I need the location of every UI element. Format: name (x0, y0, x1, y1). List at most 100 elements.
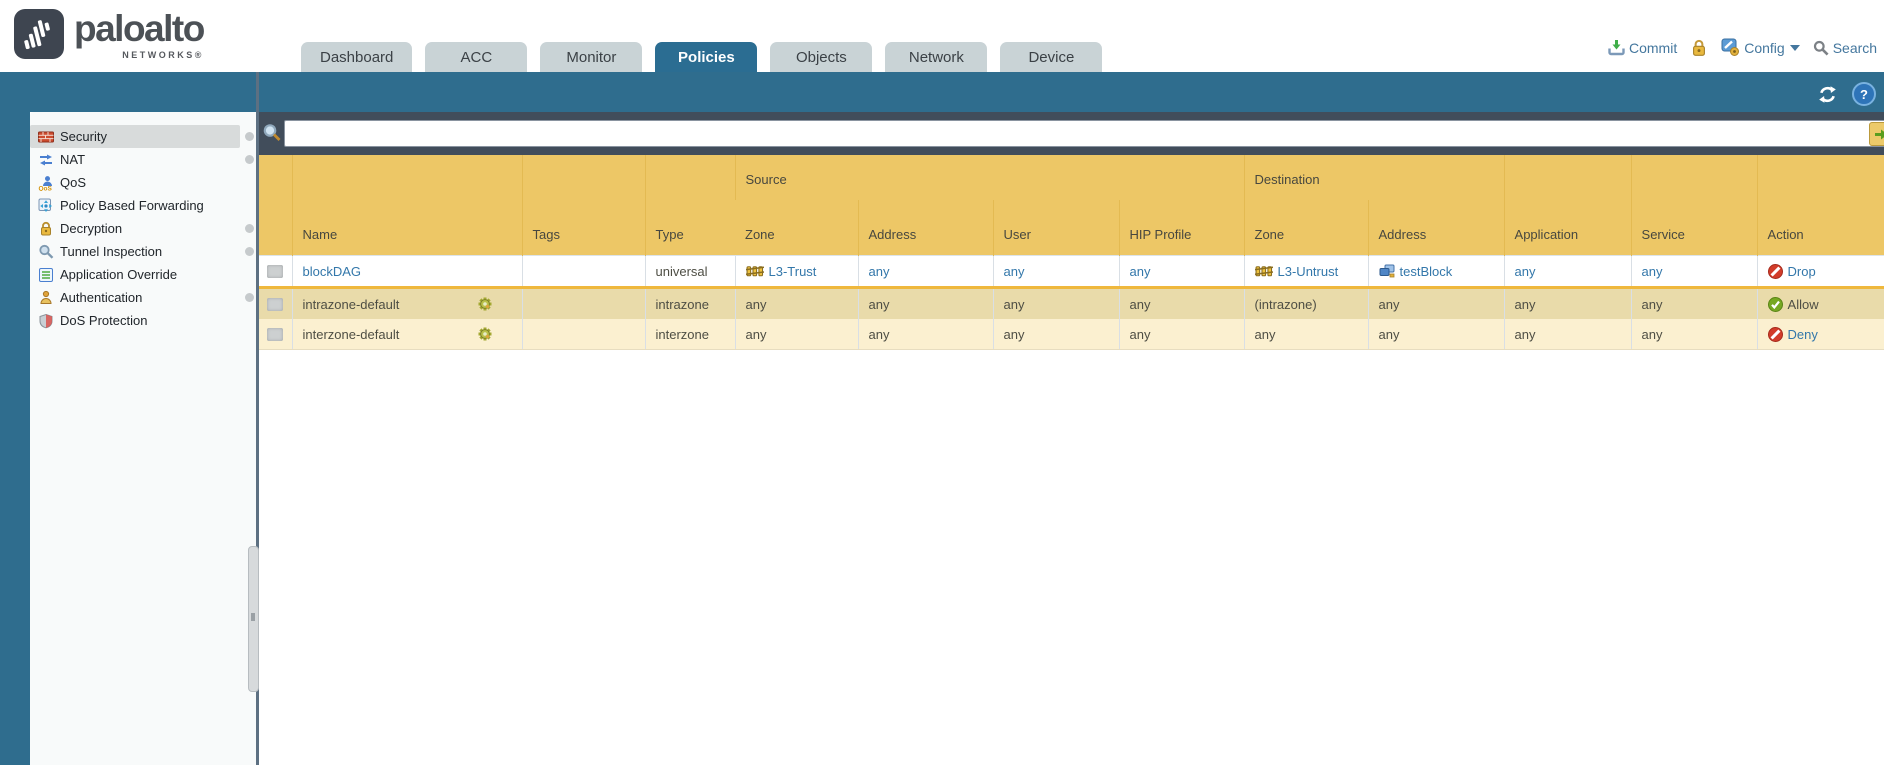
tab-device[interactable]: Device (1000, 42, 1102, 72)
row-drag-handle[interactable] (267, 265, 283, 278)
commit-button[interactable]: Commit (1629, 40, 1677, 56)
commit-icon[interactable] (1608, 39, 1625, 56)
hip-profile: any (1130, 297, 1151, 312)
col-header-src-zone[interactable]: Zone (735, 200, 858, 256)
policy-filter-input[interactable] (284, 120, 1884, 147)
top-bar: paloalto NETWORKS® Dashboard ACC Monitor… (0, 0, 1884, 72)
sidebar-item-label: Security (60, 129, 107, 144)
src-user-link[interactable]: any (1004, 264, 1025, 279)
zone-fence-icon (1255, 265, 1273, 277)
rule-name-link[interactable]: blockDAG (303, 264, 362, 279)
config-icon[interactable] (1721, 38, 1740, 57)
table-row[interactable]: interzone-default interzone any (259, 319, 1884, 350)
lock-icon[interactable] (1690, 39, 1708, 57)
action-link[interactable]: Drop (1788, 264, 1816, 279)
application-link[interactable]: any (1515, 264, 1536, 279)
sidebar-item-label: Authentication (60, 290, 142, 305)
tab-dashboard[interactable]: Dashboard (301, 42, 412, 72)
hip-profile-link[interactable]: any (1130, 264, 1151, 279)
src-address-link[interactable]: any (869, 264, 890, 279)
dst-address: any (1379, 327, 1400, 342)
help-icon[interactable]: ? (1852, 82, 1876, 106)
magnifier-icon (38, 244, 54, 260)
dst-address-link[interactable]: testBlock (1400, 264, 1453, 279)
application: any (1515, 327, 1536, 342)
col-header-name[interactable]: Name (292, 155, 522, 256)
sidebar-dot (245, 155, 254, 164)
group-header-destination: Destination (1244, 155, 1504, 200)
service-link[interactable]: any (1642, 264, 1663, 279)
tab-network[interactable]: Network (885, 42, 987, 72)
row-drag-handle[interactable] (267, 298, 283, 311)
src-user: any (1004, 297, 1025, 312)
sidebar-item-label: Policy Based Forwarding (60, 198, 204, 213)
sidebar-item-application-override[interactable]: Application Override (30, 263, 240, 286)
filter-bar (259, 112, 1884, 155)
brand-name: paloalto (74, 9, 204, 49)
col-header-application[interactable]: Application (1504, 155, 1631, 256)
col-header-type[interactable]: Type (645, 155, 735, 256)
drop-action-icon (1768, 264, 1783, 279)
src-zone-link[interactable]: L3-Trust (769, 264, 817, 279)
search-link[interactable]: Search (1833, 40, 1877, 56)
sidebar-item-security[interactable]: Security (30, 125, 240, 148)
dst-zone-link[interactable]: L3-Untrust (1278, 264, 1339, 279)
col-header-tags[interactable]: Tags (522, 155, 645, 256)
table-row[interactable]: intrazone-default intrazone any (259, 288, 1884, 320)
rule-name: intrazone-default (303, 297, 400, 312)
main-nav-tabs: Dashboard ACC Monitor Policies Objects N… (301, 42, 1102, 72)
handle-column-header (259, 155, 292, 256)
search-icon[interactable] (1813, 40, 1829, 56)
config-menu-button[interactable]: Config (1744, 40, 1784, 56)
col-header-src-user[interactable]: User (993, 200, 1119, 256)
sidebar-item-label: Tunnel Inspection (60, 244, 162, 259)
table-row[interactable]: blockDAG universal L3-Trust any any any (259, 256, 1884, 288)
splitter-handle[interactable] (248, 546, 259, 692)
paloalto-logo-icon (14, 9, 64, 59)
qos-icon: QoS (38, 175, 54, 191)
filter-search-icon (262, 123, 282, 143)
dst-address: any (1379, 297, 1400, 312)
col-header-service[interactable]: Service (1631, 155, 1757, 256)
zone-fence-icon (746, 265, 764, 277)
sidebar-item-qos[interactable]: QoS QoS (30, 171, 240, 194)
col-header-src-address[interactable]: Address (858, 200, 993, 256)
sidebar-item-label: NAT (60, 152, 85, 167)
sidebar-item-policy-based-forwarding[interactable]: Policy Based Forwarding (30, 194, 240, 217)
tab-policies[interactable]: Policies (655, 42, 757, 72)
brand-logo: paloalto NETWORKS® (14, 9, 204, 60)
col-header-action[interactable]: Action (1757, 155, 1884, 256)
dst-zone: (intrazone) (1255, 297, 1317, 312)
col-header-dst-zone[interactable]: Zone (1244, 200, 1368, 256)
refresh-icon[interactable] (1818, 85, 1837, 104)
row-drag-handle[interactable] (267, 328, 283, 341)
predefined-gear-icon (478, 297, 492, 311)
allow-action-icon (1768, 297, 1783, 312)
src-address: any (869, 327, 890, 342)
sidebar-item-dos-protection[interactable]: DoS Protection (30, 309, 240, 332)
rule-type: intrazone (656, 297, 709, 312)
hip-profile: any (1130, 327, 1151, 342)
sidebar-item-tunnel-inspection[interactable]: Tunnel Inspection (30, 240, 240, 263)
group-header-source: Source (735, 155, 1244, 200)
padlock-icon (38, 221, 54, 237)
col-header-dst-address[interactable]: Address (1368, 200, 1504, 256)
sidebar-item-decryption[interactable]: Decryption (30, 217, 240, 240)
rule-name: interzone-default (303, 327, 400, 342)
sidebar-item-nat[interactable]: NAT (30, 148, 240, 171)
tab-monitor[interactable]: Monitor (540, 42, 642, 72)
apply-filter-button[interactable] (1869, 122, 1884, 146)
sidebar-item-label: Application Override (60, 267, 177, 282)
action-label: Allow (1788, 297, 1819, 312)
src-address: any (869, 297, 890, 312)
sidebar-item-authentication[interactable]: Authentication (30, 286, 240, 309)
col-header-hip-profile[interactable]: HIP Profile (1119, 200, 1244, 256)
security-rules-table: Name Tags Type Source Destination Applic… (259, 155, 1884, 350)
sidebar-dot (245, 293, 254, 302)
tab-acc[interactable]: ACC (425, 42, 527, 72)
action-label: Deny (1788, 327, 1818, 342)
toolbar-band (0, 72, 1884, 112)
src-user: any (1004, 327, 1025, 342)
tab-objects[interactable]: Objects (770, 42, 872, 72)
security-brick-icon (38, 129, 54, 145)
